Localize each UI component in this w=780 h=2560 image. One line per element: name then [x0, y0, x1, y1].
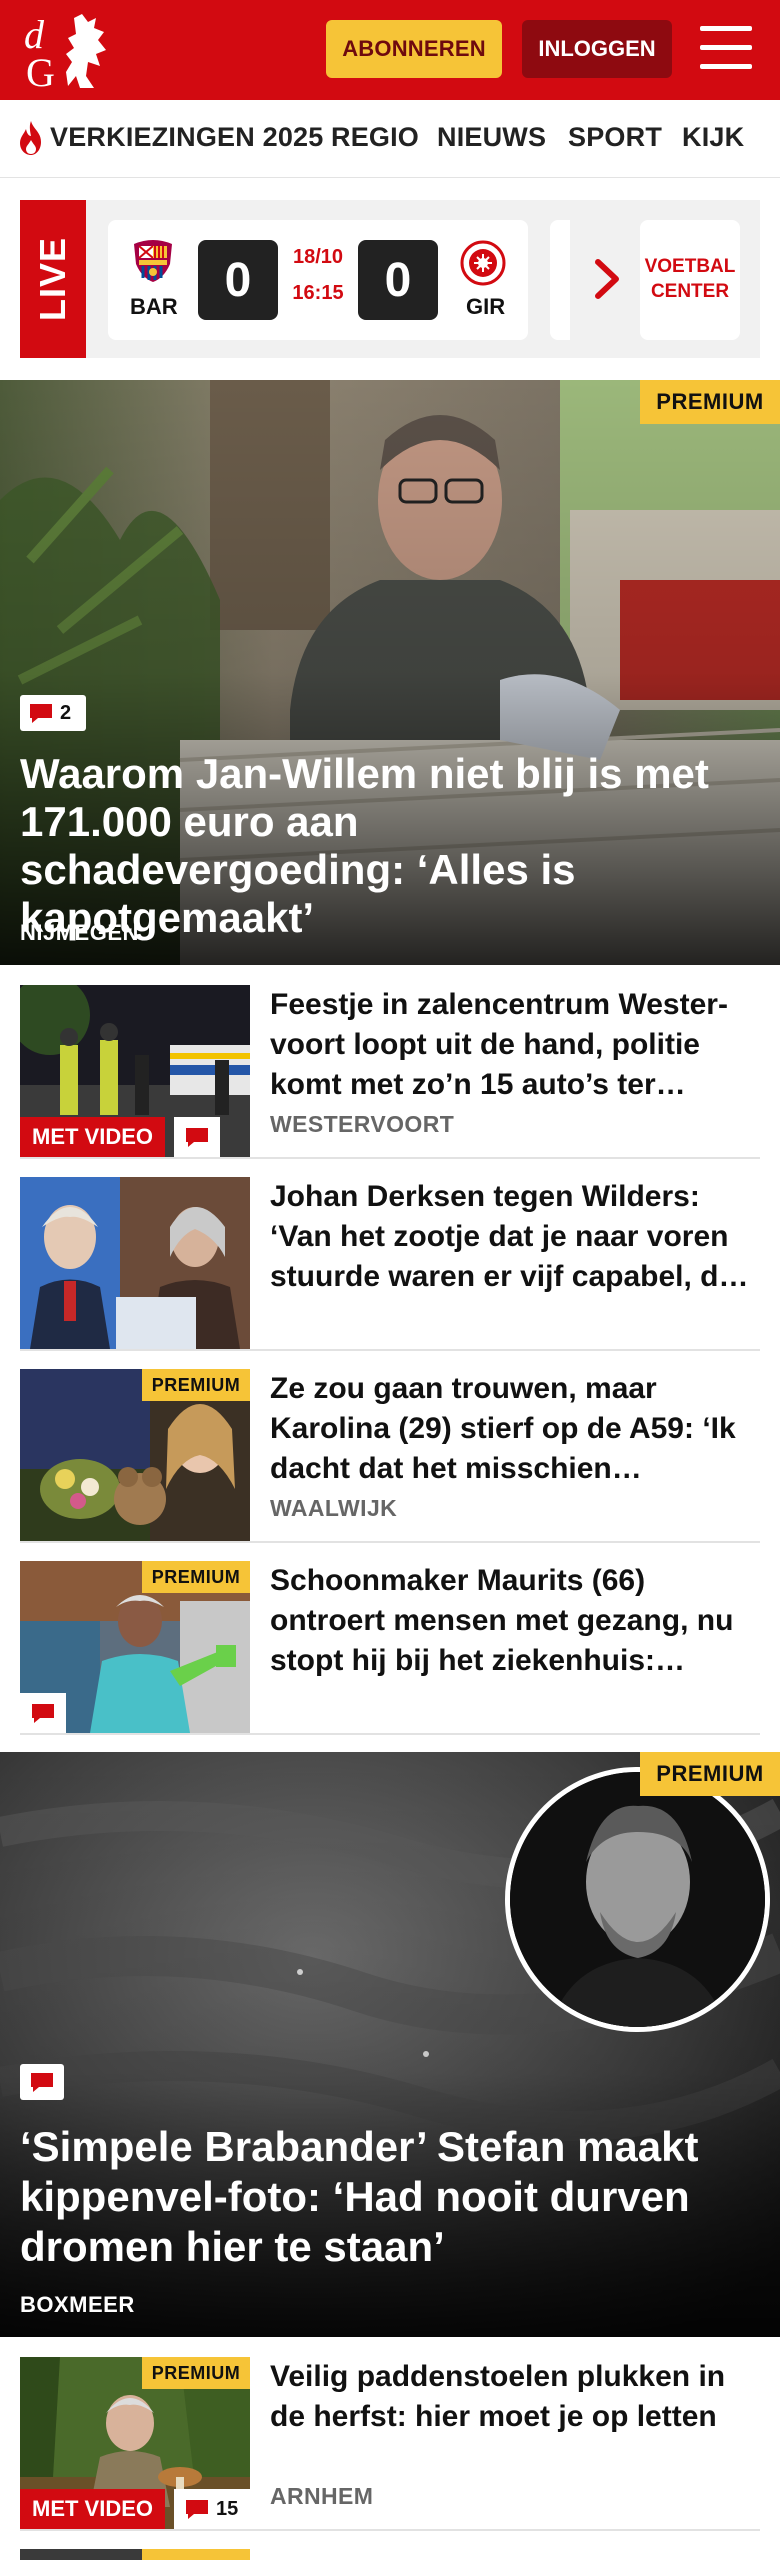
comment-count[interactable]: 15: [174, 2489, 250, 2529]
premium-badge: PREMIUM: [640, 380, 780, 424]
article-title[interactable]: Feestje in zalencentrum Wester­voort loo…: [270, 985, 750, 1105]
article-thumbnail: [20, 1177, 250, 1349]
barcelona-crest-icon: [134, 240, 172, 282]
next-match-card-peek[interactable]: [550, 220, 570, 340]
away-score: 0: [358, 240, 438, 320]
featured-article[interactable]: PREMIUM ‘Simpele Brabander’ Stefan maakt…: [0, 1752, 780, 2337]
list-item[interactable]: PREMIUM Schoonmaker Maurits (66) ontroer…: [20, 1561, 760, 1735]
nav-item-nieuws[interactable]: NIEUWS: [437, 122, 546, 153]
football-center-button[interactable]: VOETBAL CENTER: [640, 220, 740, 340]
article-thumbnail: MET VIDEO: [20, 985, 250, 1157]
dg-logo[interactable]: d G: [22, 10, 118, 92]
nav-item-regio[interactable]: REGIO: [331, 122, 419, 153]
subscribe-button[interactable]: ABONNEREN: [326, 20, 502, 78]
hero-headline[interactable]: Waarom Jan-Willem niet blij is met 171.0…: [20, 750, 740, 942]
home-team-abbr: BAR: [130, 294, 178, 319]
site-header: d G ABONNEREN INLOGGEN: [0, 0, 780, 100]
hero-location: NIJMEGEN: [20, 920, 139, 945]
login-button[interactable]: INLOGGEN: [522, 20, 672, 78]
comment-icon: [186, 2500, 208, 2519]
premium-badge: PREMIUM: [142, 1561, 250, 1593]
article-title[interactable]: Johan Derksen tegen Wilders: ‘Van het zo…: [270, 1177, 750, 1297]
featured-location: BOXMEER: [20, 2292, 135, 2317]
match-date: 18/10: [292, 246, 344, 268]
article-title[interactable]: Schoonmaker Maurits (66) ontroert mensen…: [270, 1561, 750, 1681]
list-item[interactable]: PREMIUM MET VIDEO 15 Veilig paddenstoele…: [20, 2357, 760, 2531]
video-tag: MET VIDEO: [20, 1117, 166, 1157]
premium-badge: PREMIUM: [142, 2357, 250, 2389]
flame-icon: [20, 121, 41, 155]
premium-badge: PREMIUM: [142, 1369, 250, 1401]
nav-item-verkiezingen[interactable]: VERKIEZINGEN 2025: [50, 122, 324, 153]
article-location: ARNHEM: [270, 2483, 374, 2509]
comment-count[interactable]: [20, 1693, 66, 1733]
article-location: WAALWIJK: [270, 1495, 398, 1521]
article-thumbnail: PREMIUM MET VIDEO 15: [20, 2357, 250, 2529]
home-score: 0: [198, 240, 278, 320]
comment-icon: [186, 1128, 208, 1147]
article-title[interactable]: Veilig paddenstoelen plukken in de herfs…: [270, 2357, 750, 2437]
article-thumbnail: PREMIUM: [20, 1561, 250, 1733]
comment-count[interactable]: 2: [20, 695, 86, 731]
next-article-thumbnail-peek: [20, 2549, 250, 2560]
article-location: WESTERVOORT: [270, 1111, 455, 1137]
list-item[interactable]: PREMIUM Ze zou gaan trouwen, maar Karoli…: [20, 1369, 760, 1543]
live-badge: LIVE: [20, 200, 86, 358]
match-time: 16:15: [292, 282, 344, 304]
hero-article[interactable]: PREMIUM 2 Waarom Jan-Willem niet blij is…: [0, 380, 780, 965]
comment-count[interactable]: [20, 2064, 64, 2100]
author-avatar: [505, 1767, 770, 2032]
featured-headline[interactable]: ‘Simpele Brabander’ Stefan maakt kippenv…: [20, 2122, 740, 2272]
list-item[interactable]: MET VIDEO Feestje in zalencentrum Wester…: [20, 985, 760, 1159]
nav-item-sport[interactable]: SPORT: [568, 122, 662, 153]
chevron-right-icon[interactable]: [590, 256, 626, 302]
list-item[interactable]: Johan Derksen tegen Wilders: ‘Van het zo…: [20, 1177, 760, 1351]
comment-icon: [32, 1704, 54, 1723]
article-title[interactable]: Ze zou gaan trouwen, maar Karolina (29) …: [270, 1369, 750, 1489]
premium-badge: PREMIUM: [640, 1752, 780, 1796]
match-card[interactable]: BAR 0 18/10 16:15 0 GIR: [108, 220, 528, 340]
live-scores-bar: LIVE BAR 0 18/10 16:15 0 GIR VOETBAL CEN…: [20, 200, 760, 358]
main-nav: VERKIEZINGEN 2025 REGIO NIEUWS SPORT KIJ…: [0, 100, 780, 178]
girona-crest-icon: [460, 240, 506, 286]
menu-icon[interactable]: [700, 26, 752, 70]
comment-icon: [31, 2073, 53, 2092]
article-thumbnail: PREMIUM: [20, 1369, 250, 1541]
comment-icon: [30, 704, 52, 723]
video-tag: MET VIDEO: [20, 2489, 166, 2529]
away-team-abbr: GIR: [466, 294, 506, 319]
nav-item-kijk[interactable]: KIJK: [682, 122, 744, 153]
comment-count[interactable]: [174, 1117, 220, 1157]
svg-text:G: G: [26, 50, 55, 92]
